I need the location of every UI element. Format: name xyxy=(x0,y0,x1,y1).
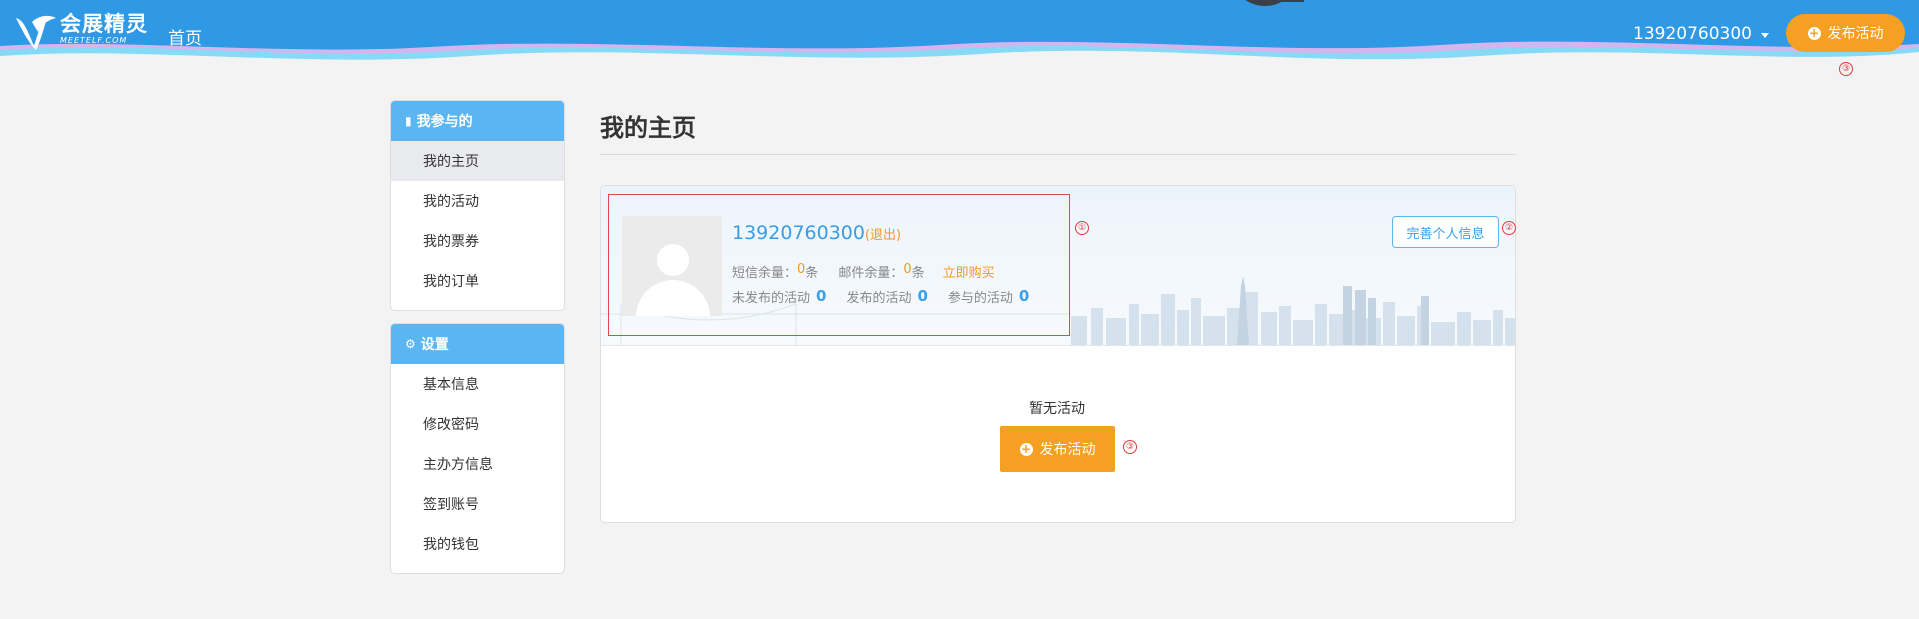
sidebar-item-my-orders[interactable]: 我的订单 xyxy=(391,261,564,301)
publish-event-button-header[interactable]: + 发布活动 xyxy=(1786,14,1905,52)
user-phone: 13920760300 xyxy=(1633,24,1752,44)
gear-icon: ⚙ xyxy=(405,337,416,351)
sidebar-section-title: 我参与的 xyxy=(416,114,473,130)
logo-chinese-text: 会展精灵 xyxy=(60,12,148,36)
annotation-marker-2: ② xyxy=(1502,221,1516,235)
sidebar-item-organizer-info[interactable]: 主办方信息 xyxy=(391,444,564,484)
complete-profile-button[interactable]: 完善个人信息 xyxy=(1392,216,1499,248)
publish-event-button[interactable]: + 发布活动 xyxy=(1000,426,1115,472)
annotation-marker-1: ① xyxy=(1075,221,1089,235)
user-menu-dropdown[interactable]: 13920760300 xyxy=(1633,24,1769,44)
sidebar-item-my-home[interactable]: 我的主页 xyxy=(391,141,564,181)
sidebar-item-basic-info[interactable]: 基本信息 xyxy=(391,364,564,404)
annotation-marker-3-header: ③ xyxy=(1839,62,1853,76)
sidebar-item-checkin-account[interactable]: 签到账号 xyxy=(391,484,564,524)
annotation-marker-3: ③ xyxy=(1123,440,1137,454)
sidebar-section-header: ▮ 我参与的 xyxy=(391,101,564,141)
header-wave-background xyxy=(0,0,1919,70)
publish-event-label: 发布活动 xyxy=(1039,442,1096,458)
plus-circle-icon: + xyxy=(1019,441,1033,456)
publish-event-label: 发布活动 xyxy=(1827,26,1884,42)
dark-shape-tail xyxy=(1280,0,1304,2)
sidebar-section-title: 设置 xyxy=(420,337,449,353)
sidebar-item-my-tickets[interactable]: 我的票券 xyxy=(391,221,564,261)
annotation-box-profile xyxy=(608,194,1070,336)
site-logo[interactable]: 会展精灵 MEETELF.COM xyxy=(14,12,148,52)
nav-home-link[interactable]: 首页 xyxy=(168,24,202,49)
sidebar-item-my-events[interactable]: 我的活动 xyxy=(391,181,564,221)
sidebar-item-change-password[interactable]: 修改密码 xyxy=(391,404,564,444)
title-divider xyxy=(600,154,1516,155)
sidebar-item-my-wallet[interactable]: 我的钱包 xyxy=(391,524,564,564)
logo-mark-icon xyxy=(16,15,56,50)
sidebar-participated-section: ▮ 我参与的 我的主页 我的活动 我的票券 我的订单 xyxy=(390,100,565,311)
sidebar-settings-section: ⚙ 设置 基本信息 修改密码 主办方信息 签到账号 我的钱包 xyxy=(390,323,565,574)
top-header: 会展精灵 MEETELF.COM 首页 13920760300 + 发布活动 xyxy=(0,0,1919,70)
logo-english-text: MEETELF.COM xyxy=(60,36,128,45)
plus-circle-icon: + xyxy=(1807,25,1821,40)
page-title: 我的主页 xyxy=(600,114,696,142)
sidebar-section-header: ⚙ 设置 xyxy=(391,324,564,364)
bookmark-icon: ▮ xyxy=(405,114,412,128)
caret-down-icon xyxy=(1760,33,1769,38)
empty-state-text: 暂无活动 xyxy=(1029,401,1085,417)
